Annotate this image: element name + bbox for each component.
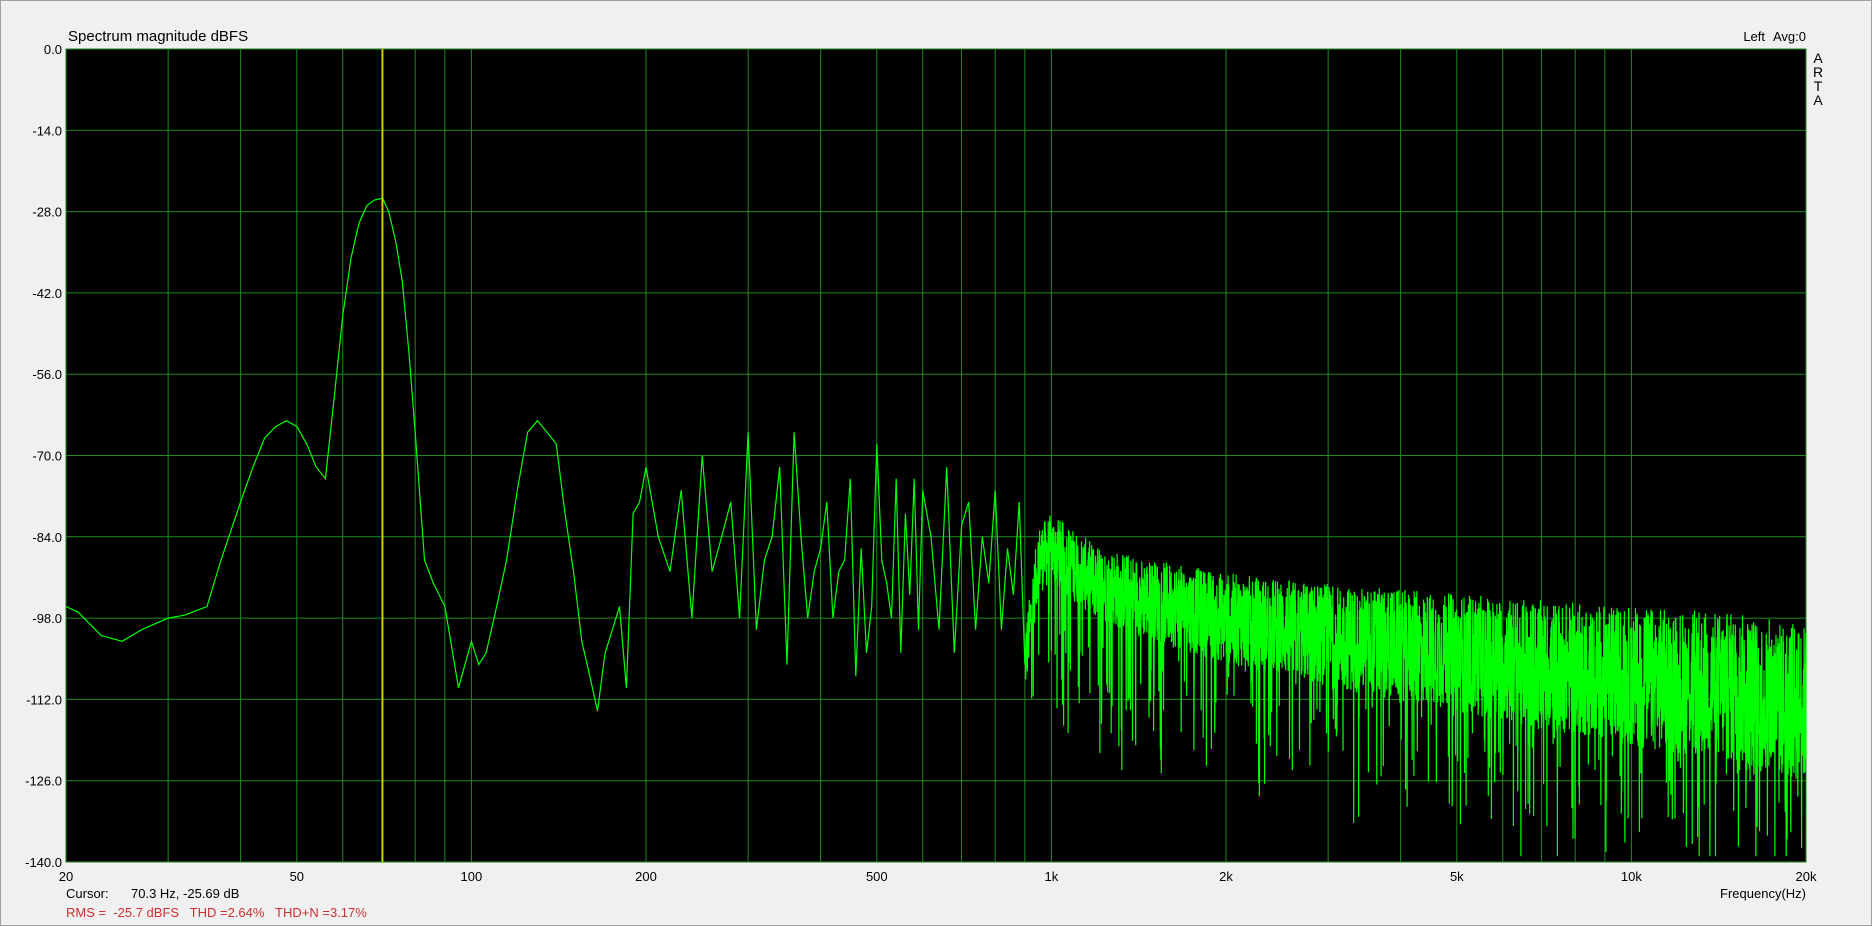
x-tick-label: 1k [1045,869,1059,884]
y-tick-label: -112.0 [26,692,62,707]
y-tick-label: -140.0 [25,855,62,870]
x-tick-label: 5k [1450,869,1464,884]
y-tick-label: -14.0 [32,123,62,138]
y-tick-label: -126.0 [25,774,62,789]
x-tick-label: 50 [290,869,304,884]
chart-title: Spectrum magnitude dBFS [68,28,248,45]
x-axis-label: Frequency(Hz) [1720,886,1806,901]
brand-letter: A [1813,92,1823,108]
x-tick-label: 20 [59,869,73,884]
y-tick-label: -84.0 [32,530,62,545]
y-tick-label: -98.0 [32,611,62,626]
cursor-readout: 70.3 Hz, -25.69 dB [131,886,239,901]
avg-label: Avg:0 [1773,29,1806,44]
y-tick-label: -70.0 [32,449,62,464]
x-tick-label: 2k [1219,869,1233,884]
cursor-label: Cursor: [66,886,109,901]
y-tick-label: -56.0 [32,367,62,382]
x-tick-label: 10k [1621,869,1642,884]
y-tick-label: 0.0 [44,42,62,57]
stats-readout: RMS = -25.7 dBFS THD =2.64% THD+N =3.17% [66,905,367,920]
x-tick-label: 200 [635,869,657,884]
x-tick-label: 500 [866,869,888,884]
y-tick-label: -28.0 [32,205,62,220]
channel-label: Left [1743,29,1765,44]
x-tick-label: 20k [1796,869,1817,884]
x-tick-label: 100 [461,869,483,884]
y-tick-label: -42.0 [32,286,62,301]
spectrum-chart[interactable]: 0.0 -14.0 -28.0 -42.0 -56.0 -70.0 -84.0 -98.0 -1… [0,0,1872,926]
